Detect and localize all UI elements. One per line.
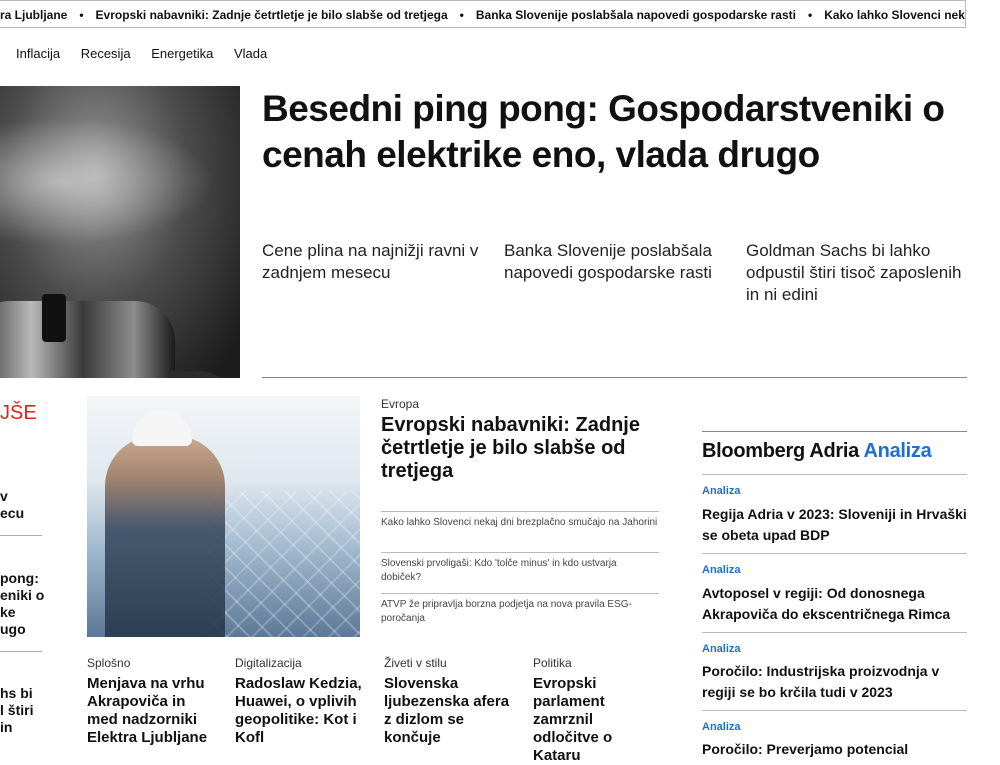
card-headline[interactable]: Slovenska ljubezenska afera z dizlom se … — [384, 675, 514, 747]
left-column-item[interactable]: v ecu — [0, 488, 24, 522]
left-column-item[interactable]: pong: eniki o ke ugo — [0, 570, 44, 638]
divider — [702, 431, 967, 432]
card-category[interactable]: Politika — [533, 656, 572, 670]
nav-item-recesija[interactable]: Recesija — [81, 46, 131, 61]
card-headline[interactable]: Menjava na vrhu Akrapoviča in med nadzor… — [87, 675, 217, 747]
analysis-tag[interactable]: Analiza — [702, 564, 741, 576]
divider — [0, 535, 42, 536]
hardhat-shape — [132, 410, 192, 446]
hero-sub-link[interactable]: Banka Slovenije poslabšala napovedi gosp… — [504, 240, 724, 284]
ticker-item[interactable]: tra Ljubljane — [0, 1, 67, 27]
nav-item-inflacija[interactable]: Inflacija — [16, 46, 60, 61]
bloomberg-brand: Bloomberg Adria — [702, 440, 859, 462]
ticker-item[interactable]: Kako lahko Slovenci nekaj dni brezplačno… — [824, 1, 965, 27]
ticker-bullet: • — [807, 8, 813, 22]
topic-nav: Inflacija Recesija Energetika Vlada — [16, 46, 284, 61]
hero-image-kettle[interactable] — [0, 86, 240, 378]
kettle-lid — [42, 294, 66, 342]
hero-headline[interactable]: Besedni ping pong: Gospodarstveniki o ce… — [262, 86, 982, 178]
latest-heading: JŠE — [0, 402, 37, 424]
related-link[interactable]: Slovenski prvoligaši: Kdo 'tolče minus' … — [381, 552, 659, 585]
divider — [702, 474, 967, 475]
bloomberg-section-heading[interactable]: Bloomberg Adria Analiza — [702, 440, 932, 463]
nav-item-energetika[interactable]: Energetika — [151, 46, 213, 61]
analysis-headline[interactable]: Regija Adria v 2023: Sloveniji in Hrvašk… — [702, 504, 967, 546]
divider — [702, 632, 967, 633]
left-column-item[interactable]: hs bi l štiri in — [0, 685, 33, 736]
card-headline[interactable]: Evropski parlament zamrznil odločitve o … — [533, 675, 643, 765]
kettle-handle — [168, 371, 238, 378]
analysis-tag[interactable]: Analiza — [702, 643, 741, 655]
city-overlay — [207, 491, 360, 637]
analysis-headline[interactable]: Avtoposel v regiji: Od donosnega Akrapov… — [702, 583, 967, 625]
bloomberg-section-label: Analiza — [863, 440, 932, 462]
card-category[interactable]: Splošno — [87, 656, 130, 670]
engineer-figure — [105, 436, 225, 637]
ticker-item[interactable]: Banka Slovenije poslabšala napovedi gosp… — [476, 1, 796, 27]
hero-sub-link[interactable]: Goldman Sachs bi lahko odpustil štiri ti… — [746, 240, 966, 306]
card-category[interactable]: Digitalizacija — [235, 656, 302, 670]
hero-sub-link[interactable]: Cene plina na najnižji ravni v zadnjem m… — [262, 240, 482, 284]
ticker-bullet: • — [79, 8, 84, 22]
kettle-body — [0, 301, 175, 378]
card-category[interactable]: Živeti v stilu — [384, 656, 447, 670]
analysis-headline[interactable]: Poročilo: Industrijska proizvodnja v reg… — [702, 661, 967, 703]
divider — [702, 710, 967, 711]
ticker-item[interactable]: Evropski nabavniki: Zadnje četrtletje je… — [96, 1, 448, 27]
featured-article-image[interactable] — [87, 396, 360, 637]
steam-shape — [0, 106, 240, 256]
ticker-bullet: • — [459, 8, 464, 22]
divider — [262, 377, 967, 378]
related-link[interactable]: Kako lahko Slovenci nekaj dni brezplačno… — [381, 511, 659, 530]
divider — [702, 553, 967, 554]
related-link[interactable]: ATVP že pripravlja borzna podjetja na no… — [381, 593, 659, 626]
divider — [0, 651, 42, 652]
featured-category[interactable]: Evropa — [381, 397, 419, 411]
featured-headline[interactable]: Evropski nabavniki: Zadnje četrtletje je… — [381, 414, 656, 483]
analysis-tag[interactable]: Analiza — [702, 721, 741, 733]
analysis-tag[interactable]: Analiza — [702, 485, 741, 497]
card-headline[interactable]: Radoslaw Kedzia, Huawei, o vplivih geopo… — [235, 675, 365, 747]
nav-item-vlada[interactable]: Vlada — [234, 46, 267, 61]
news-ticker: tra Ljubljane • Evropski nabavniki: Zadnje… — [0, 0, 966, 28]
